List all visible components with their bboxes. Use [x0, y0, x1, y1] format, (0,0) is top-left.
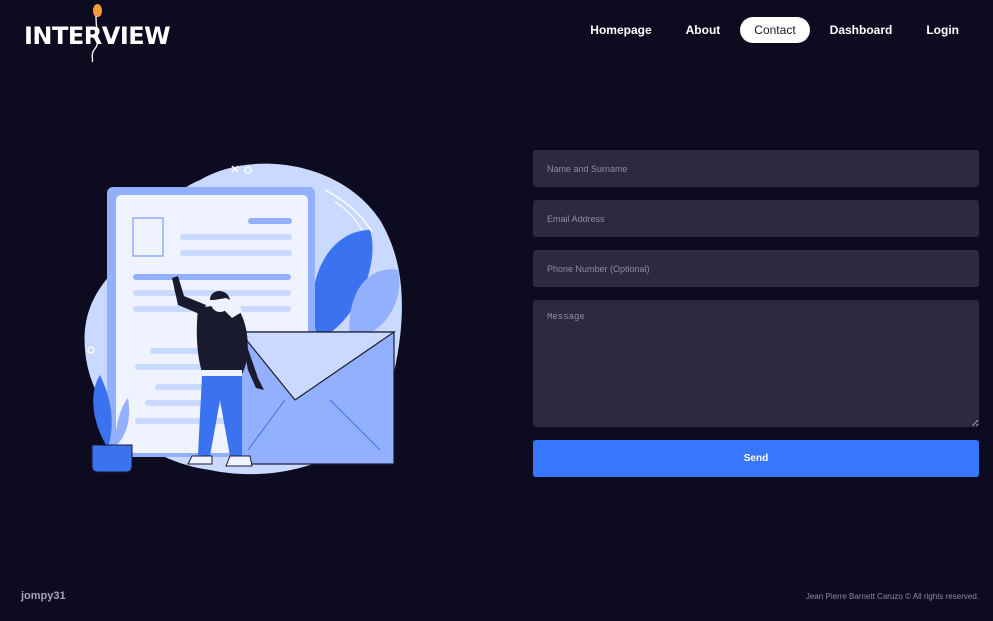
- nav-contact[interactable]: Contact: [740, 17, 810, 43]
- logo[interactable]: INTERVIEW: [24, 4, 171, 62]
- nav-about[interactable]: About: [672, 17, 735, 43]
- person-torso: [196, 306, 248, 374]
- nav-login[interactable]: Login: [912, 17, 973, 43]
- message-field[interactable]: [533, 300, 979, 427]
- nav-homepage[interactable]: Homepage: [576, 17, 665, 43]
- plant-pot: [91, 444, 133, 473]
- microphone-cord-icon: [91, 16, 99, 62]
- main-nav: Homepage About Contact Dashboard Login: [570, 17, 973, 43]
- contact-illustration: [80, 160, 410, 480]
- email-field[interactable]: [533, 200, 979, 237]
- contact-form: Send: [533, 150, 979, 477]
- phone-field[interactable]: [533, 250, 979, 287]
- footer-username: jompy31: [21, 590, 66, 602]
- name-field[interactable]: [533, 150, 979, 187]
- send-button[interactable]: Send: [533, 440, 979, 477]
- nav-dashboard[interactable]: Dashboard: [816, 17, 907, 43]
- footer-copyright: Jean Pierre Barnett Caruzo © All rights …: [805, 592, 979, 601]
